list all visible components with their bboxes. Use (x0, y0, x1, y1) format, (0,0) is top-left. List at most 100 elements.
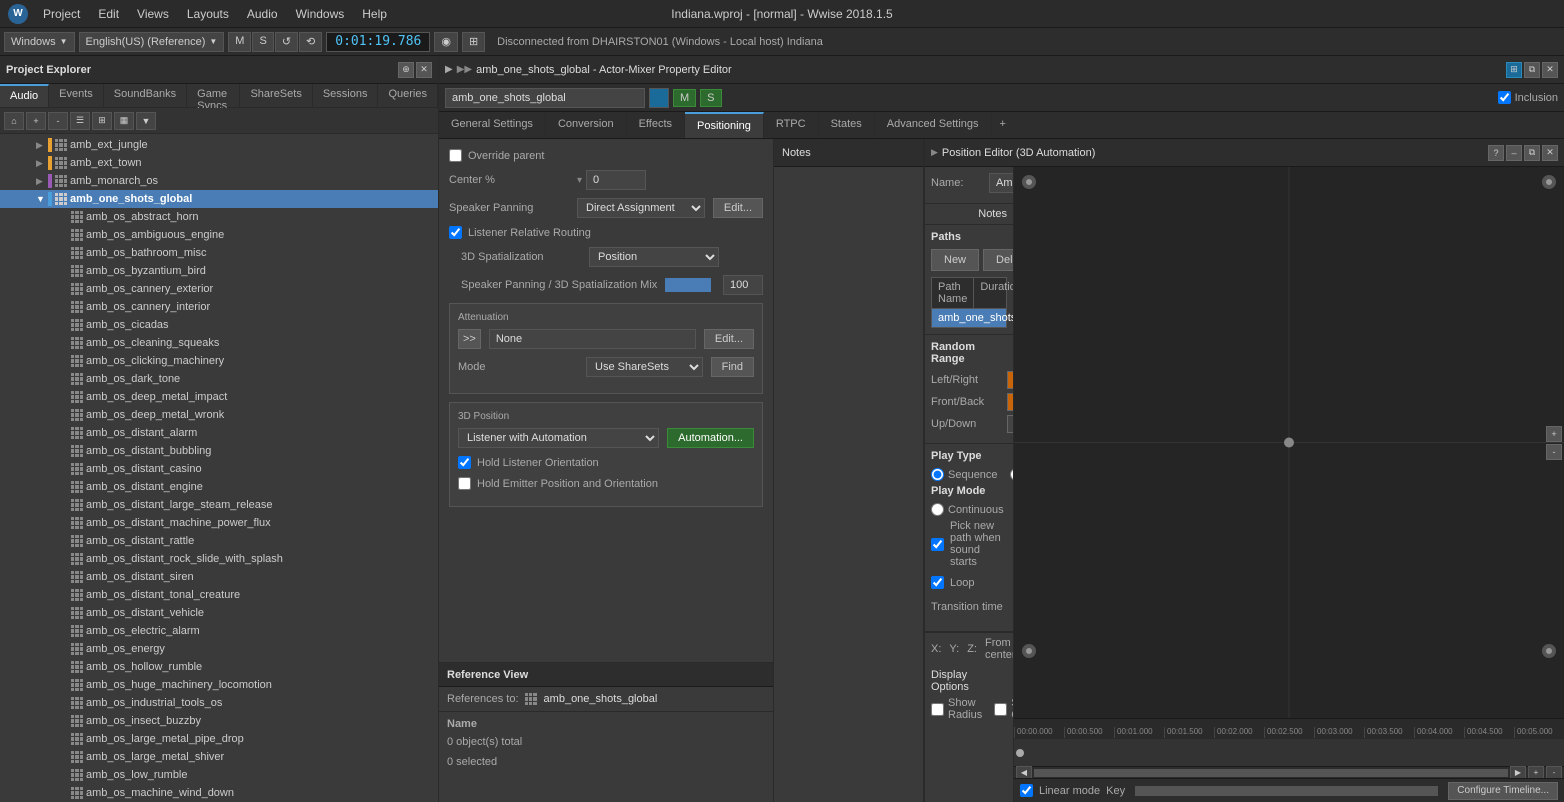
loop-checkbox[interactable] (931, 576, 944, 589)
tree-item[interactable]: amb_os_distant_machine_power_flux (0, 514, 438, 532)
show-cone-check[interactable]: Show Cone (994, 697, 1014, 721)
tree-item[interactable]: amb_os_distant_rock_slide_with_splash (0, 550, 438, 568)
tab-effects[interactable]: Effects (627, 112, 685, 138)
object-name-input[interactable] (445, 88, 645, 108)
timeline-scrollbar-thumb[interactable] (1034, 769, 1508, 777)
panel-pin-btn[interactable]: ⊕ (398, 62, 414, 78)
pos-minimize-btn[interactable]: – (1506, 145, 1522, 161)
tree-item[interactable]: amb_os_cannery_exterior (0, 280, 438, 298)
tree-item[interactable]: amb_os_cicadas (0, 316, 438, 334)
corner-bl[interactable] (1022, 644, 1036, 658)
mode-find-btn[interactable]: Find (711, 357, 754, 377)
tab-gamesyncs[interactable]: Game Syncs (187, 84, 240, 107)
menu-help[interactable]: Help (354, 5, 395, 23)
tab-add-btn[interactable]: + (992, 112, 1014, 138)
tree-item[interactable]: amb_os_deep_metal_impact (0, 388, 438, 406)
transport-connect[interactable]: ⟲ (299, 32, 322, 52)
transport-loop[interactable]: ↺ (275, 32, 298, 52)
timeline-scrollbar-track[interactable] (1034, 769, 1508, 777)
tree-item[interactable]: amb_os_energy (0, 640, 438, 658)
tab-general-settings[interactable]: General Settings (439, 112, 546, 138)
tree-item[interactable]: ▶ amb_ext_town (0, 154, 438, 172)
tree-item-selected[interactable]: ▼ amb_one_shots_global (0, 190, 438, 208)
prop-editor-expand-btn[interactable]: ⊞ (1506, 62, 1522, 78)
tab-events[interactable]: Events (49, 84, 104, 107)
key-slider[interactable] (1135, 786, 1438, 796)
transport-s[interactable]: S (252, 32, 273, 52)
viz-plus-btn[interactable]: + (1546, 426, 1562, 442)
tab-soundbanks[interactable]: SoundBanks (104, 84, 187, 107)
object-color-btn[interactable] (649, 88, 669, 108)
toolbar-list[interactable]: ☰ (70, 112, 90, 130)
attenuation-edit-btn[interactable]: Edit... (704, 329, 754, 349)
mix-input[interactable] (723, 275, 763, 295)
tab-sessions[interactable]: Sessions (313, 84, 379, 107)
tree-item[interactable]: amb_os_deep_metal_wronk (0, 406, 438, 424)
toolbar-collapse[interactable]: - (48, 112, 68, 130)
rr-front-back-input[interactable] (1007, 393, 1014, 411)
tree-item[interactable]: amb_os_bathroom_misc (0, 244, 438, 262)
tree-item[interactable]: amb_os_machine_wind_down (0, 784, 438, 802)
menu-views[interactable]: Views (129, 5, 177, 23)
tree-item[interactable]: amb_os_abstract_horn (0, 208, 438, 226)
hold-listener-checkbox[interactable] (458, 456, 471, 469)
pos-close-btn[interactable]: ✕ (1542, 145, 1558, 161)
paths-table-row[interactable]: amb_one_shots_P... 00:05.000 (932, 309, 1006, 327)
linear-mode-checkbox[interactable] (1020, 784, 1033, 797)
paths-delete-btn[interactable]: Delete (983, 249, 1014, 271)
prop-editor-restore-btn[interactable]: ⧉ (1524, 62, 1540, 78)
viz-minus-btn[interactable]: - (1546, 444, 1562, 460)
center-pct-input[interactable] (586, 170, 646, 190)
listener-routing-checkbox[interactable] (449, 226, 462, 239)
speaker-panning-select[interactable]: Direct Assignment (577, 198, 705, 218)
tab-queries[interactable]: Queries (378, 84, 438, 107)
show-radius-check[interactable]: Show Radius (931, 697, 982, 721)
toolbar-home[interactable]: ⌂ (4, 112, 24, 130)
tree-item[interactable]: amb_os_distant_vehicle (0, 604, 438, 622)
tree-item[interactable]: amb_os_distant_alarm (0, 424, 438, 442)
pos-restore-btn[interactable]: ⧉ (1524, 145, 1540, 161)
tree-item[interactable]: amb_os_large_metal_shiver (0, 748, 438, 766)
tree-item[interactable]: amb_os_industrial_tools_os (0, 694, 438, 712)
tree-item[interactable]: amb_os_distant_rattle (0, 532, 438, 550)
automation-btn[interactable]: Automation... (667, 428, 754, 448)
menu-project[interactable]: Project (35, 5, 88, 23)
menu-layouts[interactable]: Layouts (179, 5, 237, 23)
tree-item[interactable]: ▶ amb_ext_jungle (0, 136, 438, 154)
attenuation-input[interactable] (489, 329, 696, 349)
connect-btn[interactable]: ⊞ (462, 32, 485, 52)
tab-conversion[interactable]: Conversion (546, 112, 627, 138)
tree-item[interactable]: amb_os_insect_buzzby (0, 712, 438, 730)
corner-tr[interactable] (1542, 175, 1556, 189)
position-3d-select[interactable]: Listener with Automation (458, 428, 659, 448)
toolbar-filter[interactable]: ▼ (136, 112, 156, 130)
menu-audio[interactable]: Audio (239, 5, 286, 23)
toolbar-large[interactable]: ▦ (114, 112, 134, 130)
paths-new-btn[interactable]: New (931, 249, 979, 271)
tree-item[interactable]: amb_os_distant_large_steam_release (0, 496, 438, 514)
s-btn[interactable]: S (700, 89, 721, 107)
language-dropdown[interactable]: English(US) (Reference) ▼ (79, 32, 225, 52)
toolbar-expand[interactable]: + (26, 112, 46, 130)
spatialization-select[interactable]: Position (589, 247, 719, 267)
tree-item[interactable]: amb_os_clicking_machinery (0, 352, 438, 370)
m-btn[interactable]: M (673, 89, 696, 107)
corner-br[interactable] (1542, 644, 1556, 658)
tree-item[interactable]: amb_os_cleaning_squeaks (0, 334, 438, 352)
tree-item[interactable]: amb_os_large_metal_pipe_drop (0, 730, 438, 748)
tree-item[interactable]: amb_os_byzantium_bird (0, 262, 438, 280)
speaker-panning-edit-btn[interactable]: Edit... (713, 198, 763, 218)
pos-name-input[interactable] (989, 173, 1014, 193)
tree-item[interactable]: amb_os_distant_tonal_creature (0, 586, 438, 604)
tree-item[interactable]: amb_os_dark_tone (0, 370, 438, 388)
tree-item[interactable]: amb_os_distant_siren (0, 568, 438, 586)
tree-item[interactable]: amb_os_low_rumble (0, 766, 438, 784)
tab-audio[interactable]: Audio (0, 84, 49, 107)
menu-edit[interactable]: Edit (90, 5, 127, 23)
capture-btn[interactable]: ◉ (434, 32, 458, 52)
prop-editor-close-btn[interactable]: ✕ (1542, 62, 1558, 78)
rr-left-right-input[interactable] (1007, 371, 1014, 389)
windows-dropdown[interactable]: Windows ▼ (4, 32, 75, 52)
override-parent-checkbox[interactable] (449, 149, 462, 162)
attenuation-arrows-btn[interactable]: >> (458, 329, 481, 349)
